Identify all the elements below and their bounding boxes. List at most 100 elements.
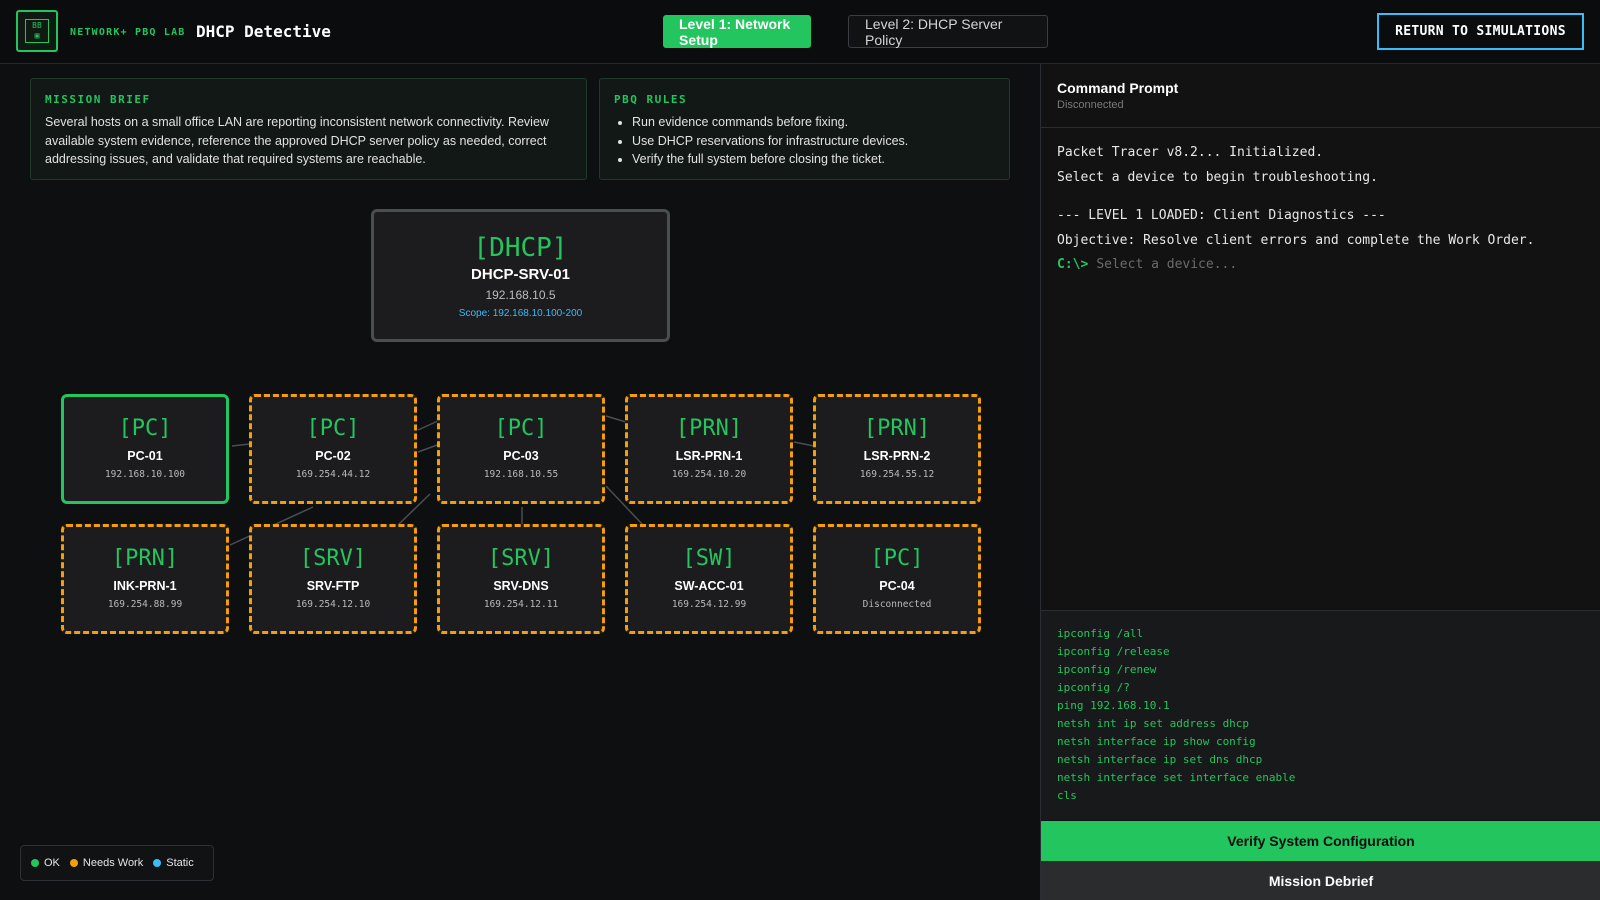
- legend-item-static: Static: [153, 857, 194, 869]
- rules-list: Run evidence commands before fixing. Use…: [614, 113, 995, 169]
- link-line: [793, 441, 815, 447]
- device-node-srv-ftp[interactable]: [SRV] SRV-FTP 169.254.12.10: [249, 524, 417, 634]
- terminal-line: Packet Tracer v8.2... Initialized.: [1057, 145, 1324, 160]
- device-node-srv-dns[interactable]: [SRV] SRV-DNS 169.254.12.11: [437, 524, 605, 634]
- terminal-title: Command Prompt: [1057, 80, 1179, 96]
- rule-item: Use DHCP reservations for infrastructure…: [632, 132, 995, 151]
- device-name: LSR-PRN-1: [675, 449, 743, 463]
- command-item[interactable]: ping 192.168.10.1: [1057, 697, 1585, 715]
- device-name: LSR-PRN-2: [863, 449, 931, 463]
- mission-brief-title: MISSION BRIEF: [45, 93, 151, 106]
- device-name: PC-04: [879, 579, 915, 593]
- dhcp-server-ip: 192.168.10.5: [485, 288, 556, 302]
- command-reference-list: ipconfig /all ipconfig /release ipconfig…: [1041, 610, 1600, 820]
- device-node-ink-prn-1[interactable]: [PRN] INK-PRN-1 169.254.88.99: [61, 524, 229, 634]
- command-item[interactable]: netsh interface ip set dns dhcp: [1057, 751, 1585, 769]
- link-line: [231, 443, 251, 447]
- device-name: SRV-FTP: [306, 579, 360, 593]
- device-tag: [PC]: [870, 546, 924, 571]
- needs-work-dot-icon: [69, 859, 78, 867]
- mission-debrief-button[interactable]: Mission Debrief: [1041, 861, 1600, 900]
- command-item[interactable]: cls: [1057, 787, 1585, 805]
- terminal-prompt: C:\>: [1057, 257, 1089, 272]
- terminal-pane: Command Prompt Disconnected Packet Trace…: [1040, 64, 1600, 900]
- rule-item: Verify the full system before closing th…: [632, 150, 995, 169]
- device-ip: 169.254.10.20: [671, 469, 747, 480]
- device-node-lsr-prn-1[interactable]: [PRN] LSR-PRN-1 169.254.10.20: [625, 394, 793, 504]
- static-dot-icon: [153, 859, 162, 867]
- brand-subtitle: NETWORK+ PBQ LAB: [70, 27, 186, 38]
- status-legend: OK Needs Work Static: [20, 845, 214, 881]
- device-tag: [PRN]: [675, 416, 743, 441]
- legend-label: OK: [44, 857, 60, 869]
- device-ip: 169.254.12.99: [671, 599, 747, 610]
- top-bar: BB ▣ NETWORK+ PBQ LAB DHCP Detective Lev…: [0, 0, 1600, 64]
- command-item[interactable]: ipconfig /all: [1057, 625, 1585, 643]
- command-item[interactable]: netsh int ip set address dhcp: [1057, 715, 1585, 733]
- device-tag: [SRV]: [487, 546, 555, 571]
- terminal-status: Disconnected: [1057, 99, 1124, 111]
- device-node-pc-02[interactable]: [PC] PC-02 169.254.44.12: [249, 394, 417, 504]
- command-item[interactable]: ipconfig /release: [1057, 643, 1585, 661]
- device-ip: 169.254.12.11: [483, 599, 559, 610]
- device-ip: Disconnected: [862, 599, 932, 610]
- device-ip: 169.254.12.10: [295, 599, 371, 610]
- device-ip: 169.254.55.12: [859, 469, 935, 480]
- rule-item: Run evidence commands before fixing.: [632, 113, 995, 132]
- app-title: DHCP Detective: [196, 22, 331, 41]
- command-item[interactable]: ipconfig /?: [1057, 679, 1585, 697]
- terminal-line: Objective: Resolve client errors and com…: [1057, 233, 1535, 248]
- terminal-prompt-row: C:\>: [1057, 257, 1587, 272]
- command-item[interactable]: netsh interface ip show config: [1057, 733, 1585, 751]
- device-name: PC-01: [127, 449, 163, 463]
- device-name: PC-02: [315, 449, 351, 463]
- tab-level-1[interactable]: Level 1: Network Setup: [663, 15, 811, 48]
- mission-brief-panel: MISSION BRIEF Several hosts on a small o…: [30, 78, 587, 180]
- device-ip: 192.168.10.100: [104, 469, 186, 480]
- device-tag: [PRN]: [863, 416, 931, 441]
- tab-level-2[interactable]: Level 2: DHCP Server Policy: [848, 15, 1048, 48]
- device-node-pc-03[interactable]: [PC] PC-03 192.168.10.55: [437, 394, 605, 504]
- pbq-rules-title: PBQ RULES: [614, 93, 688, 106]
- device-node-lsr-prn-2[interactable]: [PRN] LSR-PRN-2 169.254.55.12: [813, 394, 981, 504]
- logo-mark: BB ▣: [25, 19, 49, 43]
- return-to-simulations-button[interactable]: RETURN TO SIMULATIONS: [1377, 13, 1584, 50]
- legend-label: Static: [166, 857, 194, 869]
- terminal-header: Command Prompt Disconnected: [1041, 64, 1600, 128]
- mission-brief-text: Several hosts on a small office LAN are …: [45, 115, 549, 166]
- dhcp-server-tag: [DHCP]: [473, 233, 568, 263]
- pbq-rules-panel: PBQ RULES Run evidence commands before f…: [599, 78, 1010, 180]
- command-item[interactable]: netsh interface set interface enable: [1057, 769, 1585, 787]
- device-name: PC-03: [503, 449, 539, 463]
- terminal-line: --- LEVEL 1 LOADED: Client Diagnostics -…: [1057, 208, 1386, 223]
- device-node-pc-04[interactable]: [PC] PC-04 Disconnected: [813, 524, 981, 634]
- dhcp-server-name: DHCP-SRV-01: [471, 266, 570, 283]
- device-name: SW-ACC-01: [674, 579, 744, 593]
- device-node-pc-01[interactable]: [PC] PC-01 192.168.10.100: [61, 394, 229, 504]
- legend-label: Needs Work: [82, 857, 144, 869]
- logo: BB ▣: [16, 10, 58, 52]
- device-tag: [SW]: [682, 546, 736, 571]
- legend-item-ok: OK: [31, 857, 60, 869]
- verify-system-button[interactable]: Verify System Configuration: [1041, 821, 1600, 861]
- command-input[interactable]: [1096, 257, 1537, 272]
- device-tag: [SRV]: [299, 546, 367, 571]
- device-tag: [PRN]: [111, 546, 179, 571]
- dhcp-server-node[interactable]: [DHCP] DHCP-SRV-01 192.168.10.5 Scope: 1…: [371, 209, 670, 342]
- logo-text: BB: [32, 21, 42, 30]
- device-name: SRV-DNS: [493, 579, 549, 593]
- device-ip: 192.168.10.55: [483, 469, 559, 480]
- ok-dot-icon: [31, 859, 39, 867]
- device-tag: [PC]: [494, 416, 548, 441]
- device-name: INK-PRN-1: [113, 579, 177, 593]
- device-tag: [PC]: [306, 416, 360, 441]
- device-node-sw-acc-01[interactable]: [SW] SW-ACC-01 169.254.12.99: [625, 524, 793, 634]
- device-tag: [PC]: [118, 416, 172, 441]
- legend-item-needs-work: Needs Work: [69, 857, 144, 869]
- device-ip: 169.254.44.12: [295, 469, 371, 480]
- terminal-line: Select a device to begin troubleshooting…: [1057, 170, 1378, 185]
- command-item[interactable]: ipconfig /renew: [1057, 661, 1585, 679]
- dhcp-server-scope: Scope: 192.168.10.100-200: [458, 308, 583, 319]
- link-line: [605, 415, 627, 423]
